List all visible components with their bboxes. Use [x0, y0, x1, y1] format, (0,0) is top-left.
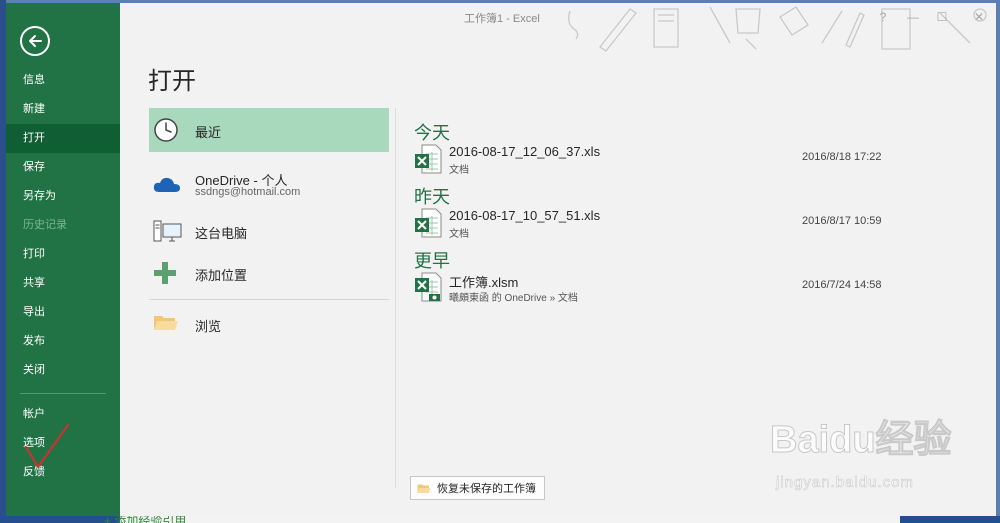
page-title: 打开: [148, 68, 196, 95]
onedrive-cloud-icon: [153, 177, 180, 192]
location-label: 浏览: [195, 319, 222, 334]
location-label: 添加位置: [195, 268, 248, 283]
recent-file-item[interactable]: 2016-08-17_12_06_37.xls 文档 2016/8/18 17:…: [414, 144, 904, 178]
back-button[interactable]: [20, 26, 50, 56]
help-button[interactable]: ?: [876, 10, 890, 24]
backstage-content: 工作簿1 - Excel ? — ☐ ✕ 打开 最近 OneDrive - 个人…: [120, 3, 996, 516]
back-arrow-icon: [29, 35, 42, 47]
nav-new[interactable]: 新建: [6, 95, 120, 124]
file-name: 2016-08-17_12_06_37.xls: [449, 144, 601, 159]
nav-history: 历史记录: [23, 219, 67, 231]
excel-file-icon: [415, 208, 442, 238]
file-date: 2016/7/24 14:58: [802, 279, 882, 291]
location-recent[interactable]: 最近: [149, 108, 389, 152]
minimize-button[interactable]: —: [906, 10, 920, 24]
nav-save-as[interactable]: 另存为: [6, 182, 120, 211]
nav-share[interactable]: 共享: [6, 269, 120, 298]
sidebar-divider: [20, 393, 106, 394]
nav-feedback[interactable]: 反馈: [6, 458, 120, 487]
restore-button[interactable]: ☐: [935, 10, 949, 24]
group-title-earlier: 更早: [414, 251, 450, 271]
close-window-button[interactable]: ✕: [972, 10, 986, 24]
computer-icon: [153, 220, 182, 242]
group-title-today: 今天: [414, 123, 450, 143]
excel-macro-file-icon: [415, 272, 442, 302]
location-account-email: ssdngs@hotmail.com: [195, 186, 301, 198]
add-plus-icon: [154, 262, 176, 284]
location-this-pc[interactable]: 这台电脑: [149, 215, 389, 247]
group-title-yesterday: 昨天: [414, 187, 450, 207]
file-path: 文档: [449, 165, 469, 176]
watermark-url: jingyan.baidu.com: [776, 474, 914, 492]
backstage-sidebar: 信息 新建 打开 保存 另存为 历史记录 打印 共享 导出 发布 关闭 帐户 选…: [6, 3, 120, 516]
recent-file-item[interactable]: 工作簿.xlsm 曦頗東函 的 OneDrive » 文档 2016/7/24 …: [414, 272, 904, 306]
nav-options[interactable]: 选项: [6, 429, 120, 458]
recover-unsaved-label: 恢复未保存的工作簿: [437, 483, 536, 495]
nav-print[interactable]: 打印: [6, 240, 120, 269]
location-divider: [149, 299, 389, 300]
recent-file-item[interactable]: 2016-08-17_10_57_51.xls 文档 2016/8/17 10:…: [414, 208, 904, 242]
nav-info[interactable]: 信息: [6, 66, 120, 95]
location-onedrive[interactable]: OneDrive - 个人 ssdngs@hotmail.com: [149, 165, 389, 205]
excel-file-icon: [415, 144, 442, 174]
file-date: 2016/8/18 17:22: [802, 151, 882, 163]
watermark-brand: Baidu经验: [770, 419, 953, 462]
location-label: 这台电脑: [195, 226, 248, 241]
file-path: 文档: [449, 229, 469, 240]
file-path: 曦頗東函 的 OneDrive » 文档: [449, 293, 578, 304]
recover-unsaved-button[interactable]: 恢复未保存的工作簿: [410, 476, 545, 500]
panel-divider: [395, 108, 396, 488]
nav-close[interactable]: 关闭: [6, 356, 120, 385]
window-title: 工作簿1 - Excel: [464, 13, 540, 25]
background-doodles: [568, 6, 987, 52]
file-name: 2016-08-17_10_57_51.xls: [449, 208, 601, 223]
nav-publish[interactable]: 发布: [6, 327, 120, 356]
nav-account[interactable]: 帐户: [6, 400, 120, 429]
location-label: 最近: [195, 125, 222, 140]
nav-save[interactable]: 保存: [6, 153, 120, 182]
baidu-watermark: Baidu经验 jingyan.baidu.com: [770, 408, 990, 508]
file-date: 2016/8/17 10:59: [802, 215, 882, 227]
folder-icon: [417, 484, 431, 493]
excel-window: 信息 新建 打开 保存 另存为 历史记录 打印 共享 导出 发布 关闭 帐户 选…: [6, 3, 996, 516]
nav-export[interactable]: 导出: [6, 298, 120, 327]
location-add-place[interactable]: 添加位置: [149, 258, 389, 288]
folder-icon: [154, 316, 178, 330]
clock-icon: [154, 118, 178, 142]
location-browse[interactable]: 浏览: [149, 308, 389, 338]
nav-open[interactable]: 打开: [6, 124, 120, 153]
